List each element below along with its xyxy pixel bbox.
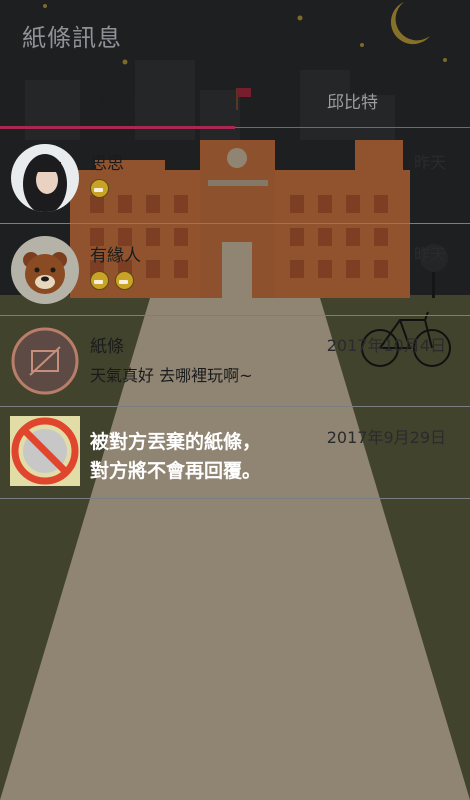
grin-emoji-icon [90, 179, 109, 198]
message-time: 2017年10月4日 [326, 336, 446, 355]
grin-emoji-icon [115, 271, 134, 290]
message-time: 昨天 [413, 245, 446, 264]
ban-icon [10, 416, 80, 486]
list-item[interactable]: 2017年9月29日 被對方丟棄的紙條， 對方將不會再回覆。 [0, 408, 470, 499]
grin-emoji-icon [90, 271, 109, 290]
list-item[interactable]: 思思 昨天 [0, 133, 470, 224]
list-item[interactable]: 紙條 2017年10月4日 天氣真好 去哪裡玩啊~ [0, 316, 470, 407]
discarded-notice: 被對方丟棄的紙條， 對方將不會再回覆。 [90, 428, 261, 486]
app-title: 紙條訊息 [22, 24, 122, 52]
tab-bar: 紙友 邱比特 [0, 78, 470, 130]
tab-indicator [0, 126, 235, 129]
bear-avatar[interactable] [11, 236, 79, 304]
contact-name: 思思 [90, 154, 124, 174]
message-preview [90, 179, 115, 202]
contact-name: 紙條 [90, 337, 124, 357]
list-item[interactable]: 有緣人 昨天 [0, 225, 470, 316]
notice-line-1: 被對方丟棄的紙條， [90, 431, 262, 453]
tab-divider [235, 127, 470, 128]
message-time: 昨天 [413, 153, 446, 172]
contact-name: 有緣人 [90, 246, 141, 266]
image-placeholder-avatar[interactable] [11, 327, 79, 395]
tab-cupid[interactable]: 邱比特 [235, 78, 470, 128]
notice-line-2: 對方將不會再回覆。 [90, 460, 262, 482]
photo-avatar[interactable] [11, 144, 79, 212]
tab-friends[interactable]: 紙友 [0, 78, 235, 128]
message-time: 2017年9月29日 [326, 428, 446, 447]
message-preview: 天氣真好 去哪裡玩啊~ [90, 366, 253, 385]
message-preview [90, 271, 140, 294]
